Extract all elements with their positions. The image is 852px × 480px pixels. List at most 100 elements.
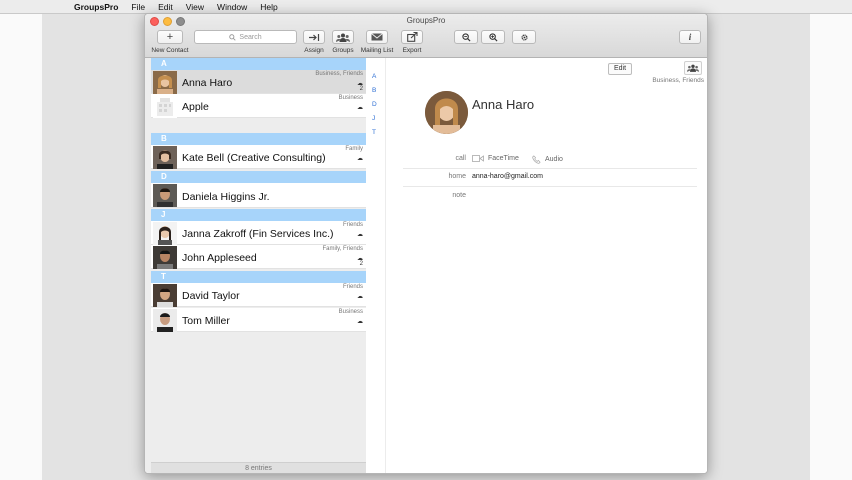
- mailing-list-button[interactable]: [366, 30, 388, 44]
- groups-icon: [687, 64, 699, 72]
- contact-groups-button[interactable]: [684, 61, 702, 75]
- settings-button[interactable]: [512, 30, 536, 44]
- company-avatar: [153, 95, 177, 118]
- desktop-margin-right: [810, 14, 852, 480]
- envelope-icon: [371, 33, 383, 41]
- cloud-icon: ☁: [357, 156, 363, 162]
- index-letter-b[interactable]: B: [372, 87, 376, 94]
- contacts-list: A Anna Haro Business, Friends ☁ 2 Apple …: [145, 58, 366, 473]
- new-contact-label: New Contact: [151, 47, 189, 54]
- window-title: GroupsPro: [406, 16, 446, 25]
- avatar: [153, 309, 177, 332]
- contact-name: Apple: [182, 101, 209, 113]
- mailing-list-label: Mailing List: [360, 47, 394, 54]
- export-label: Export: [402, 47, 422, 54]
- zoom-out-button[interactable]: [454, 30, 478, 44]
- divider: [403, 168, 697, 169]
- contact-groups: Friends: [342, 284, 363, 290]
- groups-icon: [336, 33, 350, 42]
- export-icon: [406, 32, 418, 42]
- plus-icon: +: [166, 31, 174, 43]
- assign-label: Assign: [304, 47, 324, 54]
- edit-button[interactable]: Edit: [608, 63, 632, 75]
- cloud-icon: ☁: [357, 294, 363, 300]
- contact-detail: Edit Business, Friends Anna Haro call Fa…: [386, 58, 707, 473]
- contact-groups: Family: [345, 146, 363, 152]
- info-icon: i: [688, 32, 692, 42]
- cloud-icon: ☁: [357, 105, 363, 111]
- contact-name: David Taylor: [182, 290, 240, 302]
- window-toolbar: GroupsPro + New Contact Search Assign Gr…: [145, 14, 707, 58]
- contact-group-count: 2: [359, 86, 363, 92]
- contact-row[interactable]: Daniela Higgins Jr.: [151, 183, 366, 208]
- cloud-icon: ☁: [357, 232, 363, 238]
- contact-name: John Appleseed: [182, 252, 257, 264]
- call-label: call: [455, 155, 466, 162]
- menu-app-name[interactable]: GroupsPro: [74, 2, 118, 12]
- menu-window[interactable]: Window: [217, 2, 247, 12]
- home-email-label: home: [448, 173, 466, 180]
- contact-photo: [425, 91, 468, 134]
- gear-icon: [520, 33, 528, 41]
- zoom-in-button[interactable]: [481, 30, 505, 44]
- divider: [403, 186, 697, 187]
- desktop-margin-left: [0, 14, 42, 480]
- avatar: [153, 184, 177, 207]
- home-email-value[interactable]: anna-haro@gmail.com: [472, 173, 543, 180]
- menu-edit[interactable]: Edit: [158, 2, 173, 12]
- export-button[interactable]: [401, 30, 423, 44]
- contact-name: Kate Bell (Creative Consulting): [182, 152, 326, 164]
- contact-row[interactable]: Tom Miller Business ☁: [151, 308, 366, 332]
- search-input[interactable]: Search: [194, 30, 297, 44]
- contact-name: Tom Miller: [182, 315, 230, 327]
- contact-row[interactable]: Anna Haro Business, Friends ☁ 2: [151, 70, 366, 94]
- menu-bar: GroupsPro File Edit View Window Help: [0, 0, 852, 14]
- section-header-j: J: [151, 209, 366, 221]
- section-header-t: T: [151, 271, 366, 283]
- contact-groups: Family, Friends: [322, 246, 363, 252]
- entries-count: 8 entries: [151, 462, 366, 473]
- video-camera-icon: [472, 155, 484, 162]
- new-contact-button[interactable]: +: [157, 30, 183, 44]
- menu-file[interactable]: File: [131, 2, 145, 12]
- contact-groups-text: Business, Friends: [652, 77, 704, 84]
- phone-icon: [532, 155, 541, 164]
- index-letter-t[interactable]: T: [372, 129, 376, 136]
- contact-name: Daniela Higgins Jr.: [182, 191, 270, 203]
- contact-row[interactable]: Kate Bell (Creative Consulting) Family ☁: [151, 145, 366, 169]
- avatar: [153, 246, 177, 269]
- facetime-option[interactable]: FaceTime: [472, 155, 519, 162]
- note-label: note: [452, 192, 466, 199]
- menu-view[interactable]: View: [186, 2, 204, 12]
- contact-row[interactable]: David Taylor Friends ☁: [151, 283, 366, 307]
- cloud-icon: ☁: [357, 319, 363, 325]
- avatar: [153, 146, 177, 169]
- menu-help[interactable]: Help: [260, 2, 277, 12]
- avatar: [153, 222, 177, 245]
- audio-label: Audio: [545, 156, 563, 163]
- contact-groups: Friends: [342, 222, 363, 228]
- contact-row[interactable]: Janna Zakroff (Fin Services Inc.) Friend…: [151, 221, 366, 245]
- assign-icon: [309, 33, 320, 41]
- zoom-out-icon: [461, 32, 471, 42]
- note-field[interactable]: [472, 188, 692, 202]
- contact-row[interactable]: Apple Business ☁: [151, 94, 366, 118]
- index-letter-j[interactable]: J: [372, 115, 375, 122]
- section-header-b: B: [151, 133, 366, 145]
- index-letter-a[interactable]: A: [372, 73, 376, 80]
- assign-button[interactable]: [303, 30, 325, 44]
- contact-row[interactable]: John Appleseed Family, Friends ☁ 2: [151, 245, 366, 269]
- info-button[interactable]: i: [679, 30, 701, 44]
- contact-name: Anna Haro: [182, 77, 233, 89]
- facetime-label: FaceTime: [488, 155, 519, 162]
- alphabet-index: A B D J T: [366, 58, 386, 473]
- groups-button[interactable]: [332, 30, 354, 44]
- app-window: GroupsPro + New Contact Search Assign Gr…: [144, 13, 708, 474]
- avatar: [153, 284, 177, 307]
- section-header-a: A: [151, 58, 366, 70]
- index-letter-d[interactable]: D: [372, 101, 377, 108]
- contact-full-name: Anna Haro: [472, 97, 535, 112]
- search-icon: [229, 33, 237, 41]
- audio-option[interactable]: Audio: [532, 155, 563, 164]
- zoom-in-icon: [488, 32, 498, 42]
